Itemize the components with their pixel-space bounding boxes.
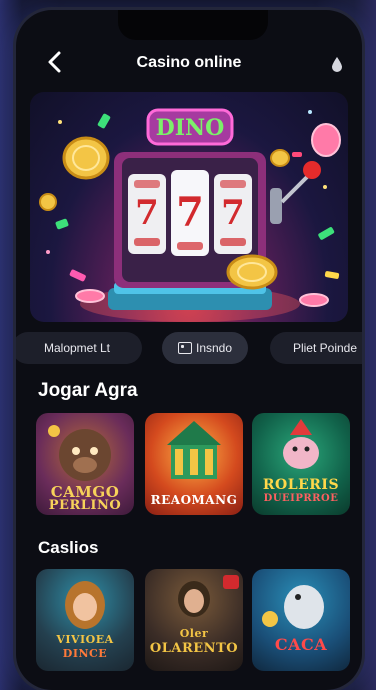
filter-chip-3[interactable]: Pliet Poinde	[270, 332, 362, 364]
app-header: Casino online	[16, 44, 362, 84]
card-subtitle: DUEIPRROE	[263, 493, 339, 504]
game-card-2[interactable]: REAOMANG	[145, 413, 243, 515]
filter-chip-label: Pliet Poinde	[292, 341, 358, 355]
card-subtitle: PERLINO	[48, 498, 122, 513]
section-title-jogar: Jogar Agra	[38, 380, 138, 401]
section-title-caslios: Caslios	[38, 538, 99, 557]
water-drop-icon[interactable]	[330, 56, 344, 72]
card-subtitle: OLARENTO	[149, 641, 239, 656]
filter-chip-1[interactable]: Malopmet Lt	[16, 332, 142, 364]
filter-chip-2[interactable]: Insndo	[162, 332, 248, 364]
card-title: REAOMANG	[150, 493, 238, 507]
game-card-6[interactable]: CACA	[252, 569, 350, 671]
camera-notch	[118, 10, 268, 40]
game-card-1[interactable]: CAMGO PERLINO	[36, 413, 134, 515]
svg-text:7: 7	[221, 193, 245, 233]
card-subtitle: DINCE	[62, 647, 108, 660]
card-title: Oler	[179, 627, 209, 640]
phone-frame: Casino online DINO 7 7 7 Malopmet Lt Ins…	[16, 10, 362, 690]
slot-sign-text: DINO	[156, 115, 225, 141]
filter-chips: Malopmet Lt Insndo Pliet Poinde	[16, 332, 362, 366]
filter-chip-label: Malopmet Lt	[43, 341, 111, 355]
page-title: Casino online	[136, 54, 242, 71]
card-title: VIVIOEA	[56, 633, 114, 646]
filter-chip-label: Insndo	[195, 341, 233, 355]
slot-machine-illustration: DINO 7 7 7	[39, 108, 341, 322]
image-icon	[177, 342, 192, 354]
card-title: CACA	[274, 635, 328, 654]
bird-art	[262, 585, 324, 629]
svg-text:7: 7	[135, 193, 159, 233]
svg-text:7: 7	[176, 189, 204, 236]
hero-banner[interactable]: DINO 7 7 7	[30, 92, 348, 322]
game-card-4[interactable]: VIVIOEA DINCE	[36, 569, 134, 671]
game-card-3[interactable]: ROLERIS DUEIPRROE	[252, 413, 350, 515]
card-title: ROLERIS	[262, 477, 340, 493]
game-card-5[interactable]: Oler OLARENTO	[145, 569, 243, 671]
